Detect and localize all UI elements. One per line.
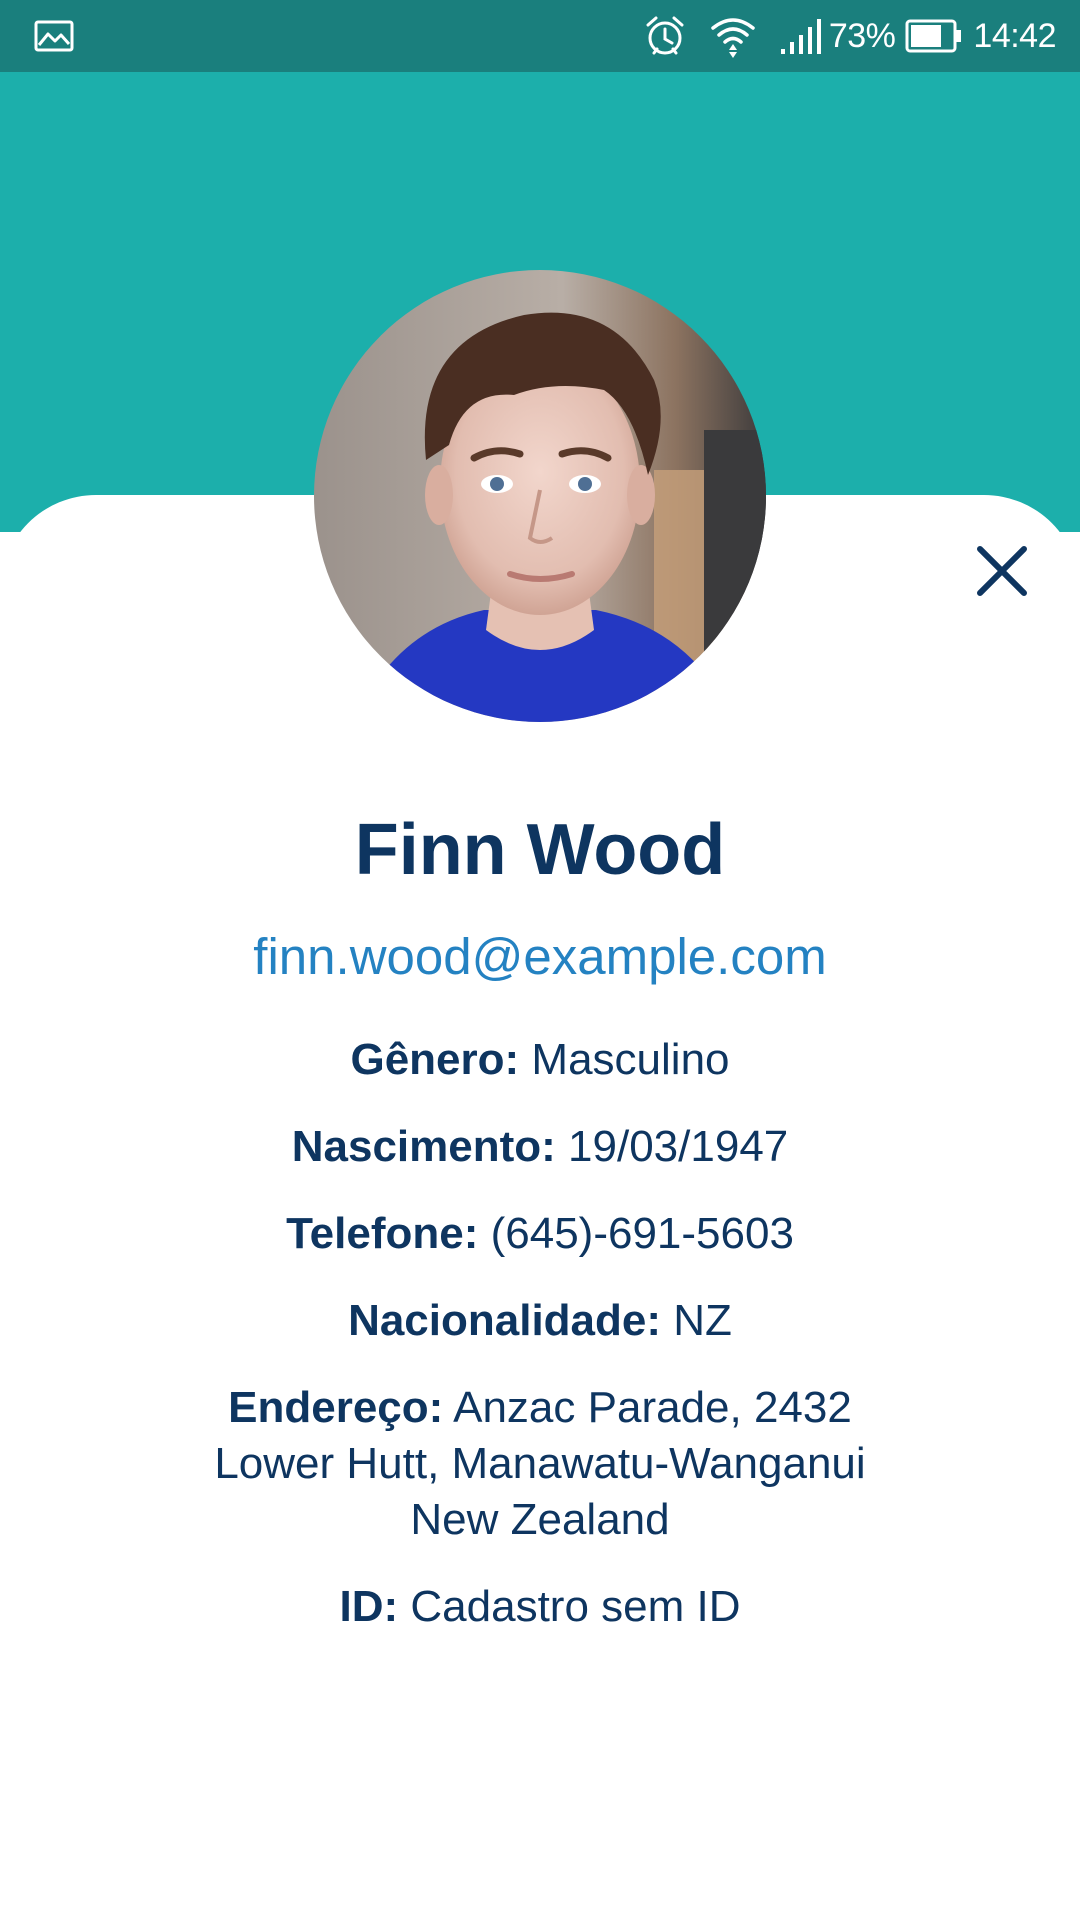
address-line-3: New Zealand [410, 1495, 670, 1544]
battery-icon [905, 19, 963, 53]
address-line-2: Lower Hutt, Manawatu-Wanganui [214, 1439, 866, 1488]
wifi-icon [709, 14, 757, 58]
detail-nationality: Nacionalidade: NZ [0, 1293, 1080, 1349]
signal-icon [779, 16, 823, 56]
detail-birth: Nascimento: 19/03/1947 [0, 1119, 1080, 1175]
detail-value: 19/03/1947 [568, 1122, 789, 1171]
detail-phone: Telefone: (645)-691-5603 [0, 1206, 1080, 1262]
detail-label: ID: [339, 1582, 399, 1631]
detail-value: Cadastro sem ID [410, 1582, 741, 1631]
profile-details: Finn Wood finn.wood@example.com Gênero: … [0, 800, 1080, 1666]
alarm-icon [643, 14, 687, 58]
address-line-1: Endereço: Anzac Parade, 2432 [0, 1380, 1080, 1436]
detail-value: Anzac Parade, 2432 [453, 1383, 852, 1432]
detail-value: Masculino [531, 1035, 730, 1084]
close-button[interactable] [972, 541, 1032, 601]
avatar [314, 270, 766, 722]
detail-label: Gênero: [350, 1035, 520, 1084]
detail-label: Telefone: [286, 1209, 479, 1258]
status-bar: 73% 14:42 [0, 0, 1080, 72]
detail-gender: Gênero: Masculino [0, 1032, 1080, 1088]
detail-value: (645)-691-5603 [490, 1209, 794, 1258]
user-email[interactable]: finn.wood@example.com [0, 922, 1080, 992]
details-list: Gênero: Masculino Nascimento: 19/03/1947… [0, 1032, 1080, 1635]
detail-id: ID: Cadastro sem ID [0, 1579, 1080, 1635]
gallery-icon [34, 20, 74, 52]
detail-label: Nascimento: [291, 1122, 556, 1171]
battery-percent: 73% [828, 17, 896, 55]
detail-label: Nacionalidade: [348, 1296, 662, 1345]
close-icon [977, 546, 1027, 596]
status-indicators: 73% 14:42 [643, 0, 1056, 72]
detail-address: Endereço: Anzac Parade, 2432 Lower Hutt,… [0, 1380, 1080, 1548]
user-name: Finn Wood [354, 810, 726, 890]
detail-value: NZ [673, 1296, 732, 1345]
detail-label: Endereço: [228, 1383, 444, 1432]
clock: 14:42 [973, 17, 1056, 55]
